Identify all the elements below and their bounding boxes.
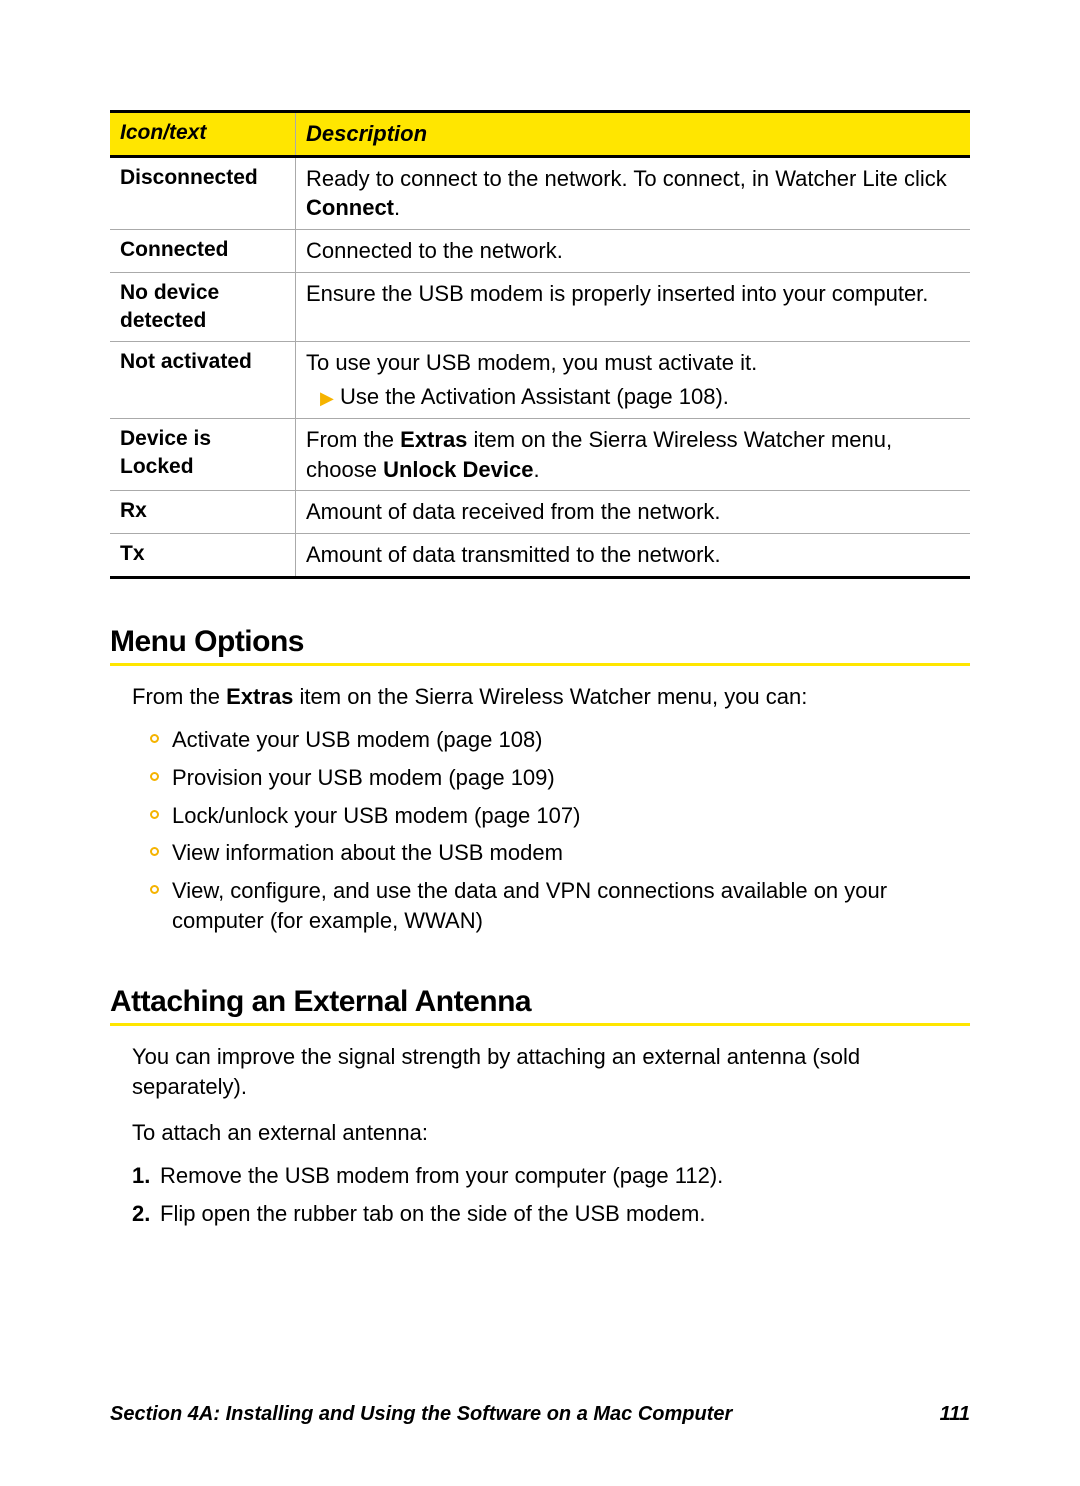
antenna-steps: Remove the USB modem from your computer … [110,1157,970,1232]
sub-bullet: ▶Use the Activation Assistant (page 108)… [306,382,960,412]
list-item: Flip open the rubber tab on the side of … [132,1195,970,1233]
menu-options-list: Activate your USB modem (page 108) Provi… [110,721,970,939]
heading-external-antenna: Attaching an External Antenna [110,985,970,1026]
list-item: Activate your USB modem (page 108) [150,721,970,759]
table-row: Tx Amount of data transmitted to the net… [110,533,970,577]
menu-options-intro: From the Extras item on the Sierra Wirel… [132,682,970,712]
list-item: View information about the USB modem [150,834,970,872]
table-row: Connected Connected to the network. [110,230,970,273]
status-table: Icon/text Description Disconnected Ready… [110,110,970,579]
cell-desc: Ready to connect to the network. To conn… [296,156,971,229]
cell-desc: Amount of data transmitted to the networ… [296,533,971,577]
desc-text: From the [306,427,400,452]
table-row: Not activated To use your USB modem, you… [110,342,970,418]
list-item: Provision your USB modem (page 109) [150,759,970,797]
desc-text: . [533,457,539,482]
table-header-row: Icon/text Description [110,112,970,157]
intro-text: From the [132,684,226,709]
table-row: No device detected Ensure the USB modem … [110,272,970,342]
cell-desc: To use your USB modem, you must activate… [296,342,971,418]
sub-bullet-text: Use the Activation Assistant (page 108). [340,384,729,409]
list-item: View, configure, and use the data and VP… [150,872,970,939]
table-row: Rx Amount of data received from the netw… [110,491,970,534]
page-footer: Section 4A: Installing and Using the Sof… [110,1403,970,1426]
cell-icon: Tx [110,533,296,577]
list-item: Lock/unlock your USB modem (page 107) [150,797,970,835]
cell-desc: Amount of data received from the network… [296,491,971,534]
desc-bold: Connect [306,195,394,220]
intro-text: item on the Sierra Wireless Watcher menu… [293,684,807,709]
cell-icon: Device is Locked [110,418,296,490]
table-row: Disconnected Ready to connect to the net… [110,156,970,229]
desc-text: Ready to connect to the network. To conn… [306,166,947,191]
desc-text: To use your USB modem, you must activate… [306,350,757,375]
antenna-para: You can improve the signal strength by a… [132,1042,970,1101]
heading-menu-options: Menu Options [110,625,970,666]
cell-icon: Rx [110,491,296,534]
header-icon-text: Icon/text [110,112,296,157]
cell-icon: No device detected [110,272,296,342]
list-item: Remove the USB modem from your computer … [132,1157,970,1195]
page-content: Icon/text Description Disconnected Ready… [0,0,1080,1486]
cell-desc: Ensure the USB modem is properly inserte… [296,272,971,342]
cell-desc: Connected to the network. [296,230,971,273]
cell-icon: Connected [110,230,296,273]
desc-text: . [394,195,400,220]
header-description: Description [296,112,971,157]
antenna-lead: To attach an external antenna: [132,1118,970,1148]
intro-bold: Extras [226,684,293,709]
desc-bold: Unlock Device [383,457,533,482]
triangle-bullet-icon: ▶ [320,386,340,410]
table-row: Device is Locked From the Extras item on… [110,418,970,490]
desc-bold: Extras [400,427,467,452]
cell-icon: Disconnected [110,156,296,229]
footer-page-number: 111 [940,1403,970,1426]
cell-desc: From the Extras item on the Sierra Wirel… [296,418,971,490]
footer-section-title: Section 4A: Installing and Using the Sof… [110,1403,732,1426]
cell-icon: Not activated [110,342,296,418]
